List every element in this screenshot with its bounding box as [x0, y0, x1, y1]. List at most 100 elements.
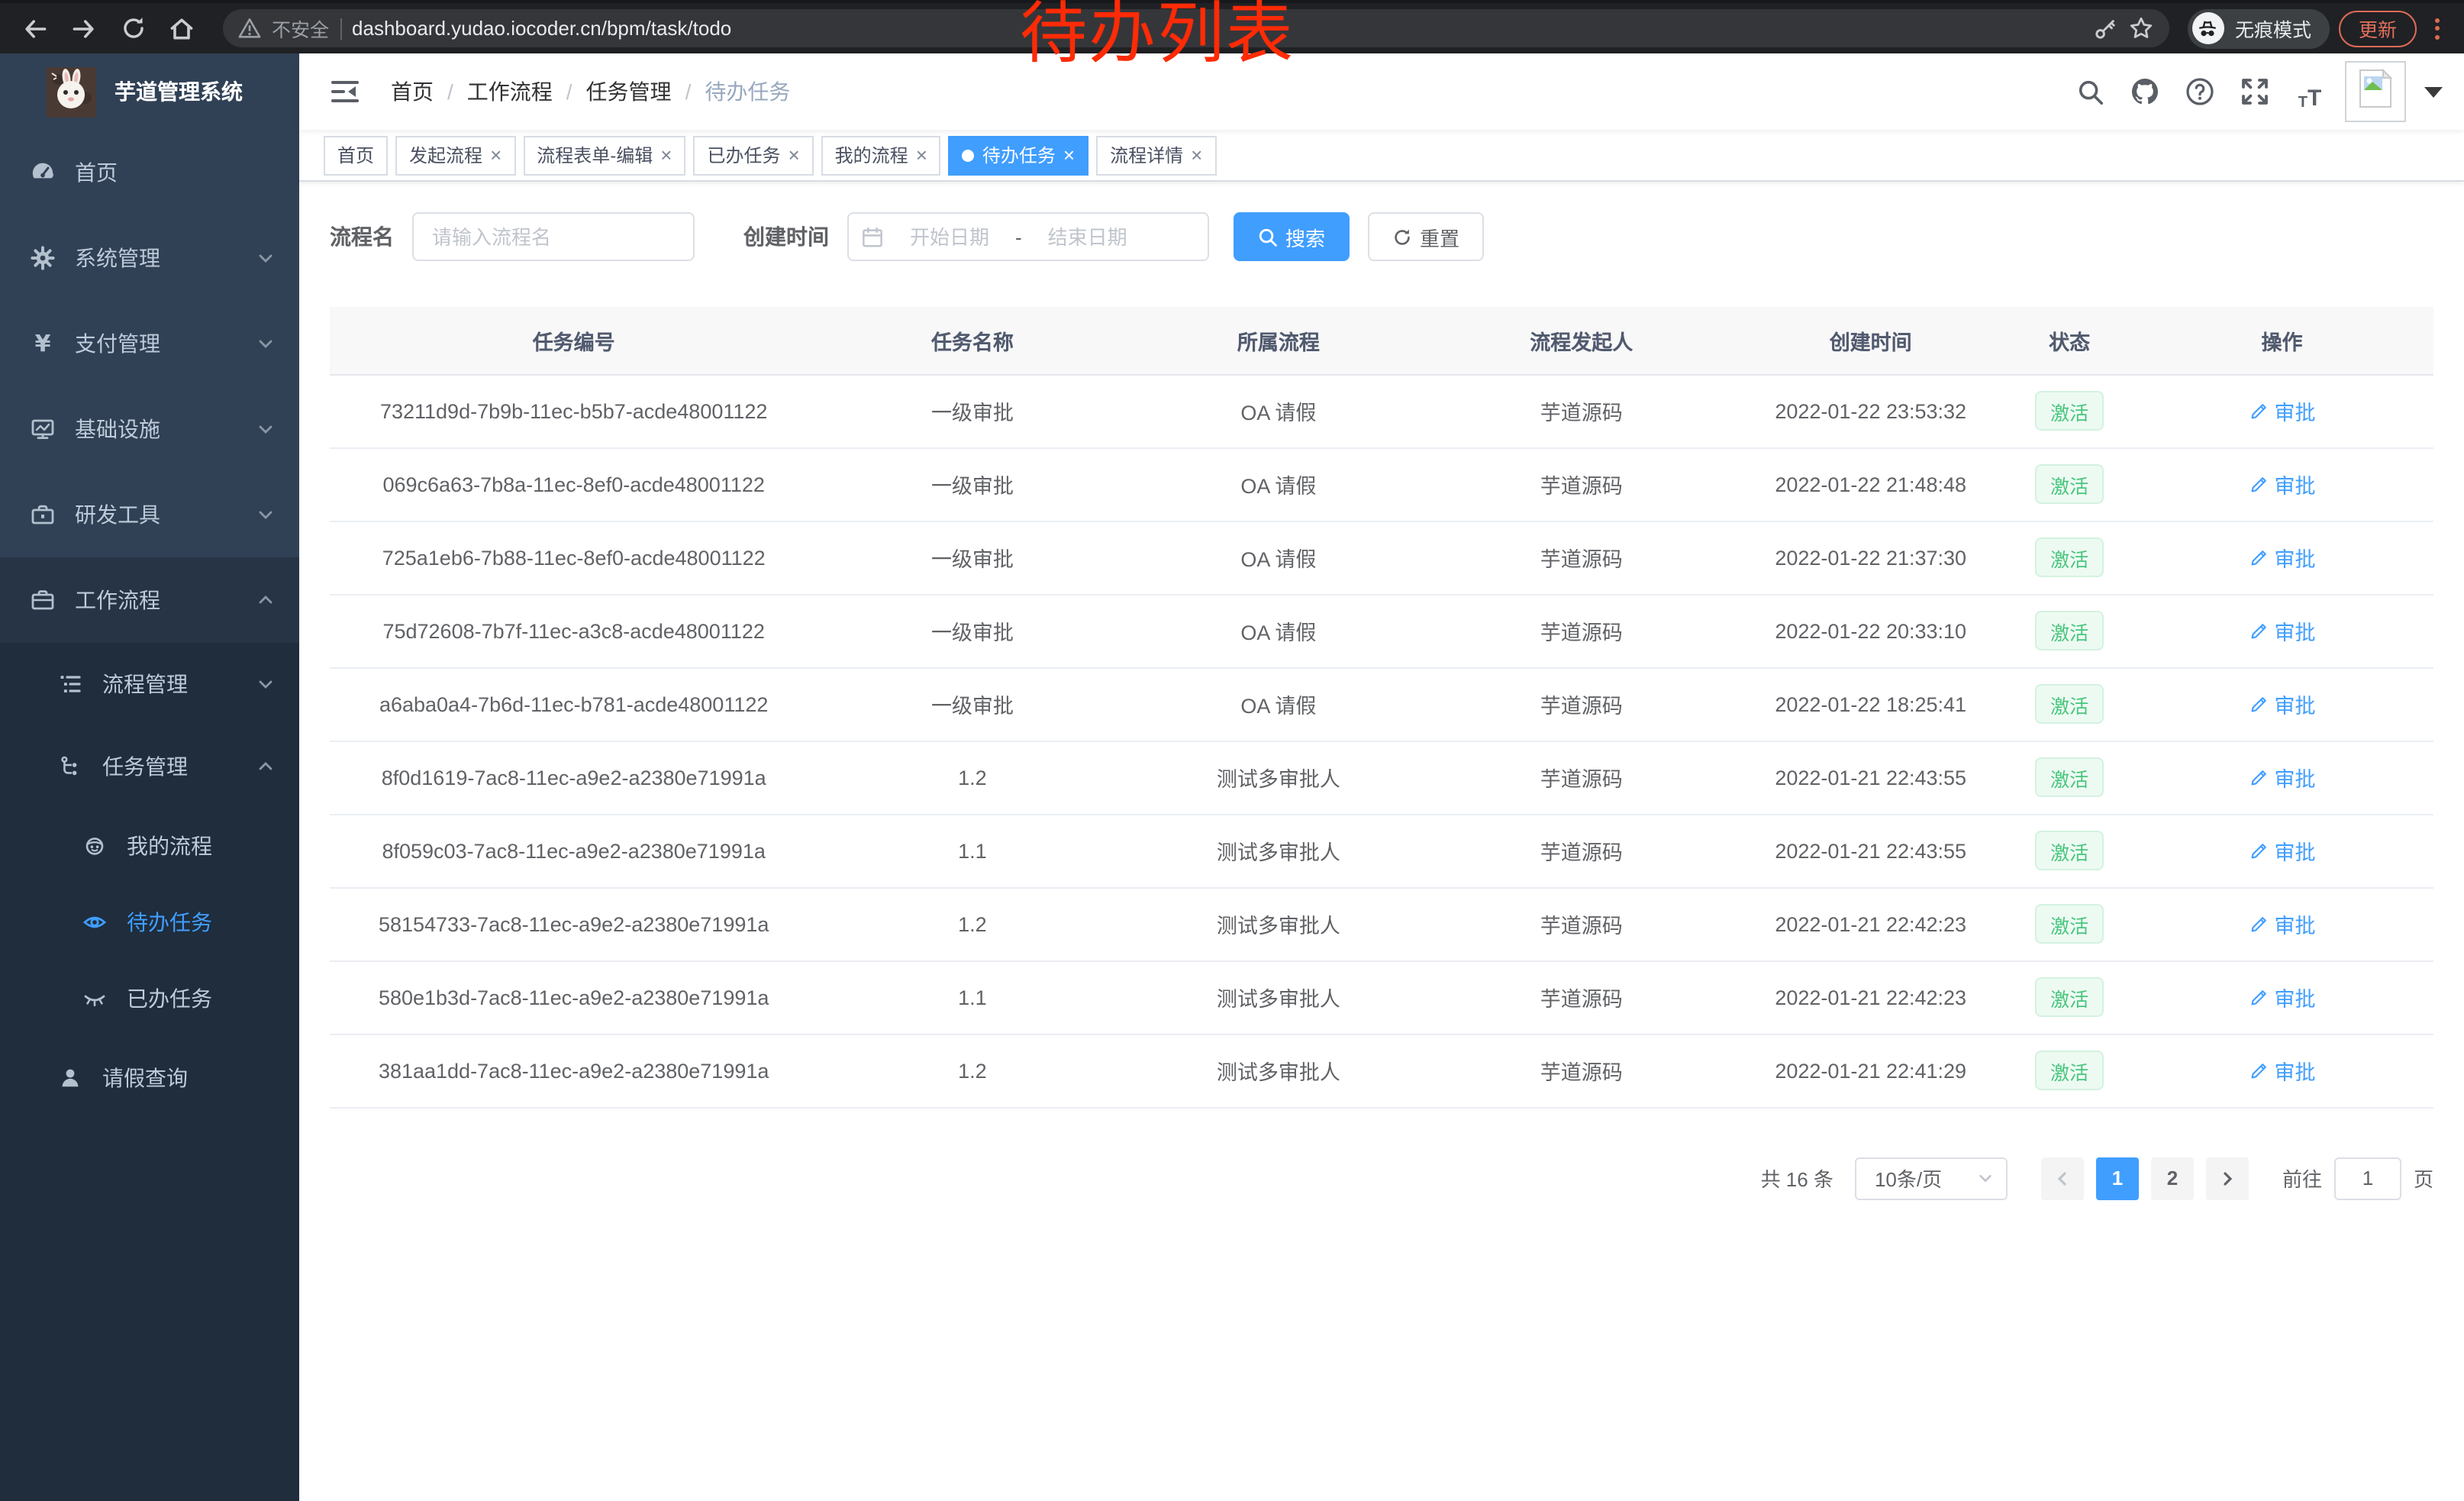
sidebar-item-system[interactable]: 系统管理 [0, 215, 299, 301]
tab-label: 流程表单-编辑 [537, 142, 653, 168]
fullscreen-button[interactable] [2235, 72, 2275, 111]
reset-button[interactable]: 重置 [1368, 212, 1484, 261]
approve-link[interactable]: 审批 [2249, 835, 2316, 866]
process-name-input[interactable] [412, 212, 695, 261]
cell-task-name: 1.1 [818, 960, 1127, 1034]
browser-home-button[interactable] [162, 8, 202, 48]
approve-link[interactable]: 审批 [2249, 1055, 2316, 1086]
question-circle-icon [2185, 76, 2215, 107]
view-tab[interactable]: 待办任务 × [949, 135, 1088, 175]
header-search-button[interactable] [2070, 72, 2110, 111]
red-annotation-text: 待办列表 [1020, 0, 1295, 70]
sidebar-item-workflow[interactable]: 工作流程 [0, 557, 299, 643]
approve-link[interactable]: 审批 [2249, 615, 2316, 646]
svg-text:¥: ¥ [35, 331, 51, 356]
app-logo-row[interactable]: 芋道管理系统 [0, 53, 299, 130]
tab-close-icon[interactable]: × [788, 145, 799, 165]
sidebar-item-task-management[interactable]: 任务管理 [0, 725, 299, 808]
page-1-button[interactable]: 1 [2096, 1157, 2139, 1199]
gear-icon [31, 246, 55, 270]
view-tab[interactable]: 首页 [324, 135, 388, 175]
end-date-input[interactable] [1028, 225, 1147, 248]
cell-starter: 芋道源码 [1430, 960, 1733, 1034]
browser-update-button[interactable]: 更新 [2339, 10, 2417, 47]
tab-close-icon[interactable]: × [1063, 145, 1075, 165]
tab-close-icon[interactable]: × [660, 145, 672, 165]
breadcrumb-item[interactable]: 待办任务 [705, 76, 790, 107]
yen-icon: ¥ [31, 331, 55, 356]
browser-menu-icon[interactable] [2426, 18, 2449, 39]
approve-link[interactable]: 审批 [2249, 469, 2316, 499]
approve-link[interactable]: 审批 [2249, 395, 2316, 426]
github-link[interactable] [2125, 72, 2165, 111]
search-icon [1258, 227, 1278, 247]
pagination: 共 16 条 10条/页 1 2 前往 [330, 1157, 2433, 1199]
cell-task-name: 一级审批 [818, 447, 1127, 521]
next-page-button[interactable] [2206, 1157, 2249, 1199]
org-flow-icon [58, 754, 82, 779]
sidebar-item-infrastructure[interactable]: 基础设施 [0, 386, 299, 472]
sidebar-item-process-management[interactable]: 流程管理 [0, 643, 299, 725]
goto-page-input[interactable] [2334, 1157, 2401, 1199]
table-body: 73211d9d-7b9b-11ec-b5b7-acde48001122 一级审… [330, 374, 2433, 1107]
password-key-icon[interactable] [2093, 16, 2117, 40]
cell-process: 测试多审批人 [1127, 1034, 1430, 1107]
sidebar-item-my-process[interactable]: 我的流程 [0, 808, 299, 884]
avatar-dropdown-caret[interactable] [2424, 86, 2443, 97]
user-avatar[interactable] [2345, 61, 2406, 122]
sidebar-item-home[interactable]: 首页 [0, 130, 299, 215]
breadcrumb-item[interactable]: 首页 / [391, 76, 467, 107]
sidebar-item-todo-tasks[interactable]: 待办任务 [0, 884, 299, 960]
tab-close-icon[interactable]: × [490, 145, 502, 165]
view-tab[interactable]: 流程表单-编辑 × [523, 135, 685, 175]
status-badge: 激活 [2035, 537, 2104, 577]
page-size-select[interactable]: 10条/页 [1855, 1157, 2008, 1199]
bookmark-star-icon[interactable] [2128, 15, 2154, 41]
start-date-input[interactable] [890, 225, 1009, 248]
view-tab[interactable]: 已办任务 × [693, 135, 813, 175]
approve-link[interactable]: 审批 [2249, 542, 2316, 573]
cell-status: 激活 [2008, 1034, 2130, 1107]
filter-bar: 流程名 创建时间 - 搜索 [330, 212, 2433, 261]
breadcrumb-item[interactable]: 任务管理 / [586, 76, 705, 107]
cell-starter: 芋道源码 [1430, 667, 1733, 741]
cell-created: 2022-01-22 23:53:32 [1733, 374, 2008, 447]
help-docs-button[interactable] [2180, 72, 2220, 111]
sidebar-item-dev-tools[interactable]: 研发工具 [0, 472, 299, 557]
prev-page-button[interactable] [2041, 1157, 2084, 1199]
font-size-button[interactable]: TT [2290, 72, 2330, 111]
view-tab[interactable]: 发起流程 × [395, 135, 515, 175]
tab-close-icon[interactable]: × [916, 145, 927, 165]
cell-status: 激活 [2008, 667, 2130, 741]
sidebar-collapse-button[interactable] [321, 76, 369, 107]
approve-link[interactable]: 审批 [2249, 762, 2316, 792]
browser-back-button[interactable] [15, 8, 55, 48]
active-tab-dot [963, 149, 975, 161]
breadcrumb-item[interactable]: 工作流程 / [467, 76, 586, 107]
page-2-button[interactable]: 2 [2151, 1157, 2194, 1199]
sidebar-item-leave-query[interactable]: 请假查询 [0, 1037, 299, 1119]
cell-task-name: 一级审批 [818, 667, 1127, 741]
cell-actions: 审批 [2130, 447, 2433, 521]
cell-actions: 审批 [2130, 1034, 2433, 1107]
approve-link[interactable]: 审批 [2249, 909, 2316, 939]
edit-pen-icon [2249, 1060, 2269, 1080]
tab-label: 我的流程 [835, 142, 908, 168]
view-tab[interactable]: 我的流程 × [821, 135, 941, 175]
not-secure-warning-icon [238, 17, 261, 40]
cell-starter: 芋道源码 [1430, 887, 1733, 960]
create-time-range-picker[interactable]: - [847, 212, 1209, 261]
approve-link[interactable]: 审批 [2249, 689, 2316, 719]
sidebar-item-payment[interactable]: ¥ 支付管理 [0, 301, 299, 386]
view-tab[interactable]: 流程详情 × [1096, 135, 1216, 175]
cell-task-id: a6aba0a4-7b6d-11ec-b781-acde48001122 [330, 667, 818, 741]
tab-close-icon[interactable]: × [1191, 145, 1202, 165]
cell-status: 激活 [2008, 447, 2130, 521]
sidebar-item-done-tasks[interactable]: 已办任务 [0, 960, 299, 1037]
cell-actions: 审批 [2130, 374, 2433, 447]
browser-forward-button[interactable] [64, 8, 104, 48]
table-row: a6aba0a4-7b6d-11ec-b781-acde48001122 一级审… [330, 667, 2433, 741]
browser-reload-button[interactable] [113, 8, 153, 48]
search-button[interactable]: 搜索 [1234, 212, 1350, 261]
approve-link[interactable]: 审批 [2249, 982, 2316, 1012]
